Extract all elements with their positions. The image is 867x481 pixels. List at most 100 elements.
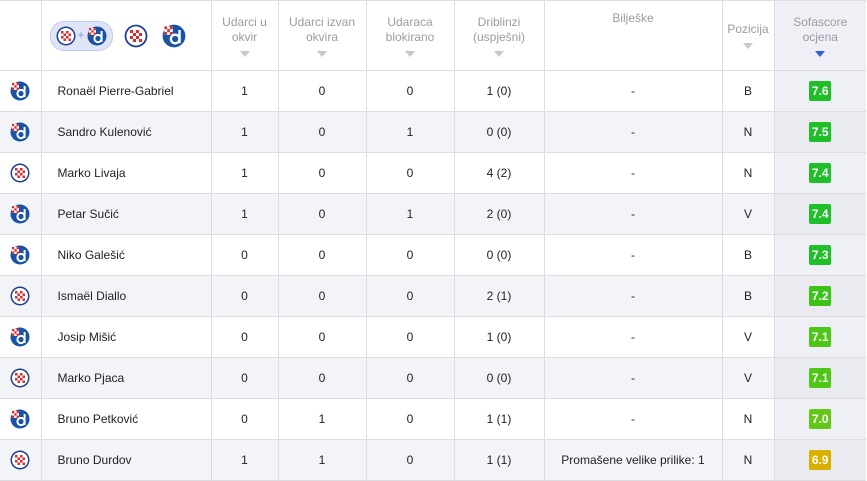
blocked-shots-value: 0 xyxy=(365,275,455,317)
table-row[interactable]: Marko Pjaca 0 0 0 0 (0) - V 7.1 xyxy=(0,357,866,399)
header-label: Udarci izvan okvira xyxy=(288,14,356,44)
header-position[interactable]: Pozicija xyxy=(721,0,775,71)
dribbles-value: 0 (0) xyxy=(453,111,545,153)
notes-value: - xyxy=(543,193,723,235)
sort-arrow-icon xyxy=(405,50,415,57)
team-logo-cell xyxy=(0,234,42,276)
header-label: Bilješke xyxy=(612,11,654,25)
dribbles-value: 1 (0) xyxy=(453,316,545,358)
position-value: V xyxy=(721,316,775,358)
shots-on-target-value: 1 xyxy=(210,152,279,194)
dribbles-value: 4 (2) xyxy=(453,152,545,194)
team-logo-cell xyxy=(0,111,42,153)
team-logo-cell xyxy=(0,275,42,317)
player-name[interactable]: Ronaël Pierre-Gabriel xyxy=(40,70,212,112)
hajduk-crest-icon xyxy=(10,286,30,306)
table-row[interactable]: Sandro Kulenović 1 0 1 0 (0) - N 7.5 xyxy=(0,111,866,153)
dinamo-crest-icon xyxy=(10,81,30,101)
player-name[interactable]: Niko Galešić xyxy=(40,234,212,276)
table-header-row: + Udarci u okvir Udarci izvan okvira Uda… xyxy=(0,0,866,71)
position-value: B xyxy=(721,275,775,317)
team-logo-cell xyxy=(0,70,42,112)
player-name[interactable]: Josip Mišić xyxy=(40,316,212,358)
dribbles-value: 1 (1) xyxy=(453,439,545,481)
notes-value: - xyxy=(543,398,723,440)
filter-dinamo-button[interactable] xyxy=(159,21,189,51)
notes-value: - xyxy=(543,234,723,276)
header-dribbles[interactable]: Driblinzi (uspješni) xyxy=(453,0,545,71)
filter-hajduk-button[interactable] xyxy=(121,21,151,51)
player-stats-table: + Udarci u okvir Udarci izvan okvira Uda… xyxy=(0,0,866,481)
player-name[interactable]: Ismaël Diallo xyxy=(40,275,212,317)
position-value: V xyxy=(721,357,775,399)
table-row[interactable]: Niko Galešić 0 0 0 0 (0) - B 7.3 xyxy=(0,234,866,276)
rating-badge: 7.2 xyxy=(809,286,832,306)
team-logo-cell xyxy=(0,316,42,358)
table-row[interactable]: Bruno Durdov 1 1 0 1 (1) Promašene velik… xyxy=(0,439,866,481)
notes-value: - xyxy=(543,357,723,399)
table-row[interactable]: Josip Mišić 0 0 0 1 (0) - V 7.1 xyxy=(0,316,866,358)
dribbles-value: 2 (1) xyxy=(453,275,545,317)
header-blocked-shots[interactable]: Udaraca blokirano xyxy=(365,0,455,71)
filter-both-teams-button[interactable]: + xyxy=(49,20,113,51)
team-filter: + xyxy=(40,0,212,71)
hajduk-crest-icon xyxy=(56,26,75,45)
rating-cell: 7.0 xyxy=(773,398,866,440)
rating-cell: 7.5 xyxy=(773,111,866,153)
table-row[interactable]: Ismaël Diallo 0 0 0 2 (1) - B 7.2 xyxy=(0,275,866,317)
player-name[interactable]: Bruno Petković xyxy=(40,398,212,440)
player-name[interactable]: Sandro Kulenović xyxy=(40,111,212,153)
sort-arrow-active-icon xyxy=(815,50,826,57)
table-row[interactable]: Ronaël Pierre-Gabriel 1 0 0 1 (0) - B 7.… xyxy=(0,70,866,112)
header-label: Udaraca blokirano xyxy=(385,14,435,44)
shots-off-target-value: 0 xyxy=(277,357,367,399)
player-name[interactable]: Petar Sučić xyxy=(40,193,212,235)
header-label: Pozicija xyxy=(727,22,769,36)
rating-badge: 7.4 xyxy=(809,163,832,183)
table-row[interactable]: Petar Sučić 1 0 1 2 (0) - V 7.4 xyxy=(0,193,866,235)
blocked-shots-value: 0 xyxy=(365,357,455,399)
notes-value: - xyxy=(543,275,723,317)
table-row[interactable]: Bruno Petković 0 1 0 1 (1) - N 7.0 xyxy=(0,398,866,440)
shots-on-target-value: 1 xyxy=(210,111,279,153)
rating-badge: 7.5 xyxy=(809,122,832,142)
dinamo-crest-icon xyxy=(87,26,107,45)
shots-off-target-value: 0 xyxy=(277,275,367,317)
shots-off-target-value: 0 xyxy=(277,234,367,276)
hajduk-crest-icon xyxy=(10,163,30,183)
rating-cell: 7.4 xyxy=(773,193,866,235)
notes-value: - xyxy=(543,111,723,153)
team-logo-cell xyxy=(0,152,42,194)
rating-badge: 7.1 xyxy=(809,368,832,388)
position-value: N xyxy=(721,439,775,481)
dinamo-crest-icon xyxy=(10,204,30,224)
player-name[interactable]: Marko Pjaca xyxy=(40,357,212,399)
dinamo-crest-icon xyxy=(162,24,185,47)
header-shots-on-target[interactable]: Udarci u okvir xyxy=(210,0,279,71)
blocked-shots-value: 0 xyxy=(365,70,455,112)
header-sofascore-rating[interactable]: Sofascore ocjena xyxy=(773,0,866,71)
player-name[interactable]: Bruno Durdov xyxy=(40,439,212,481)
sort-arrow-icon xyxy=(239,50,250,57)
dribbles-value: 0 (0) xyxy=(453,234,545,276)
dribbles-value: 0 (0) xyxy=(453,357,545,399)
notes-value: - xyxy=(543,152,723,194)
header-shots-off-target[interactable]: Udarci izvan okvira xyxy=(277,0,367,71)
blocked-shots-value: 0 xyxy=(365,316,455,358)
team-logo-cell xyxy=(0,439,42,481)
position-value: B xyxy=(721,70,775,112)
rating-badge: 7.1 xyxy=(809,327,832,347)
dribbles-value: 1 (1) xyxy=(453,398,545,440)
shots-on-target-value: 0 xyxy=(210,357,279,399)
shots-off-target-value: 1 xyxy=(277,439,367,481)
sort-arrow-icon xyxy=(317,50,327,57)
shots-off-target-value: 0 xyxy=(277,70,367,112)
header-label: Driblinzi (uspješni) xyxy=(472,14,526,44)
player-name[interactable]: Marko Livaja xyxy=(40,152,212,194)
shots-on-target-value: 0 xyxy=(210,234,279,276)
hajduk-crest-icon xyxy=(10,368,30,388)
table-row[interactable]: Marko Livaja 1 0 0 4 (2) - N 7.4 xyxy=(0,152,866,194)
notes-value: - xyxy=(543,316,723,358)
shots-on-target-value: 0 xyxy=(210,316,279,358)
dribbles-value: 2 (0) xyxy=(453,193,545,235)
